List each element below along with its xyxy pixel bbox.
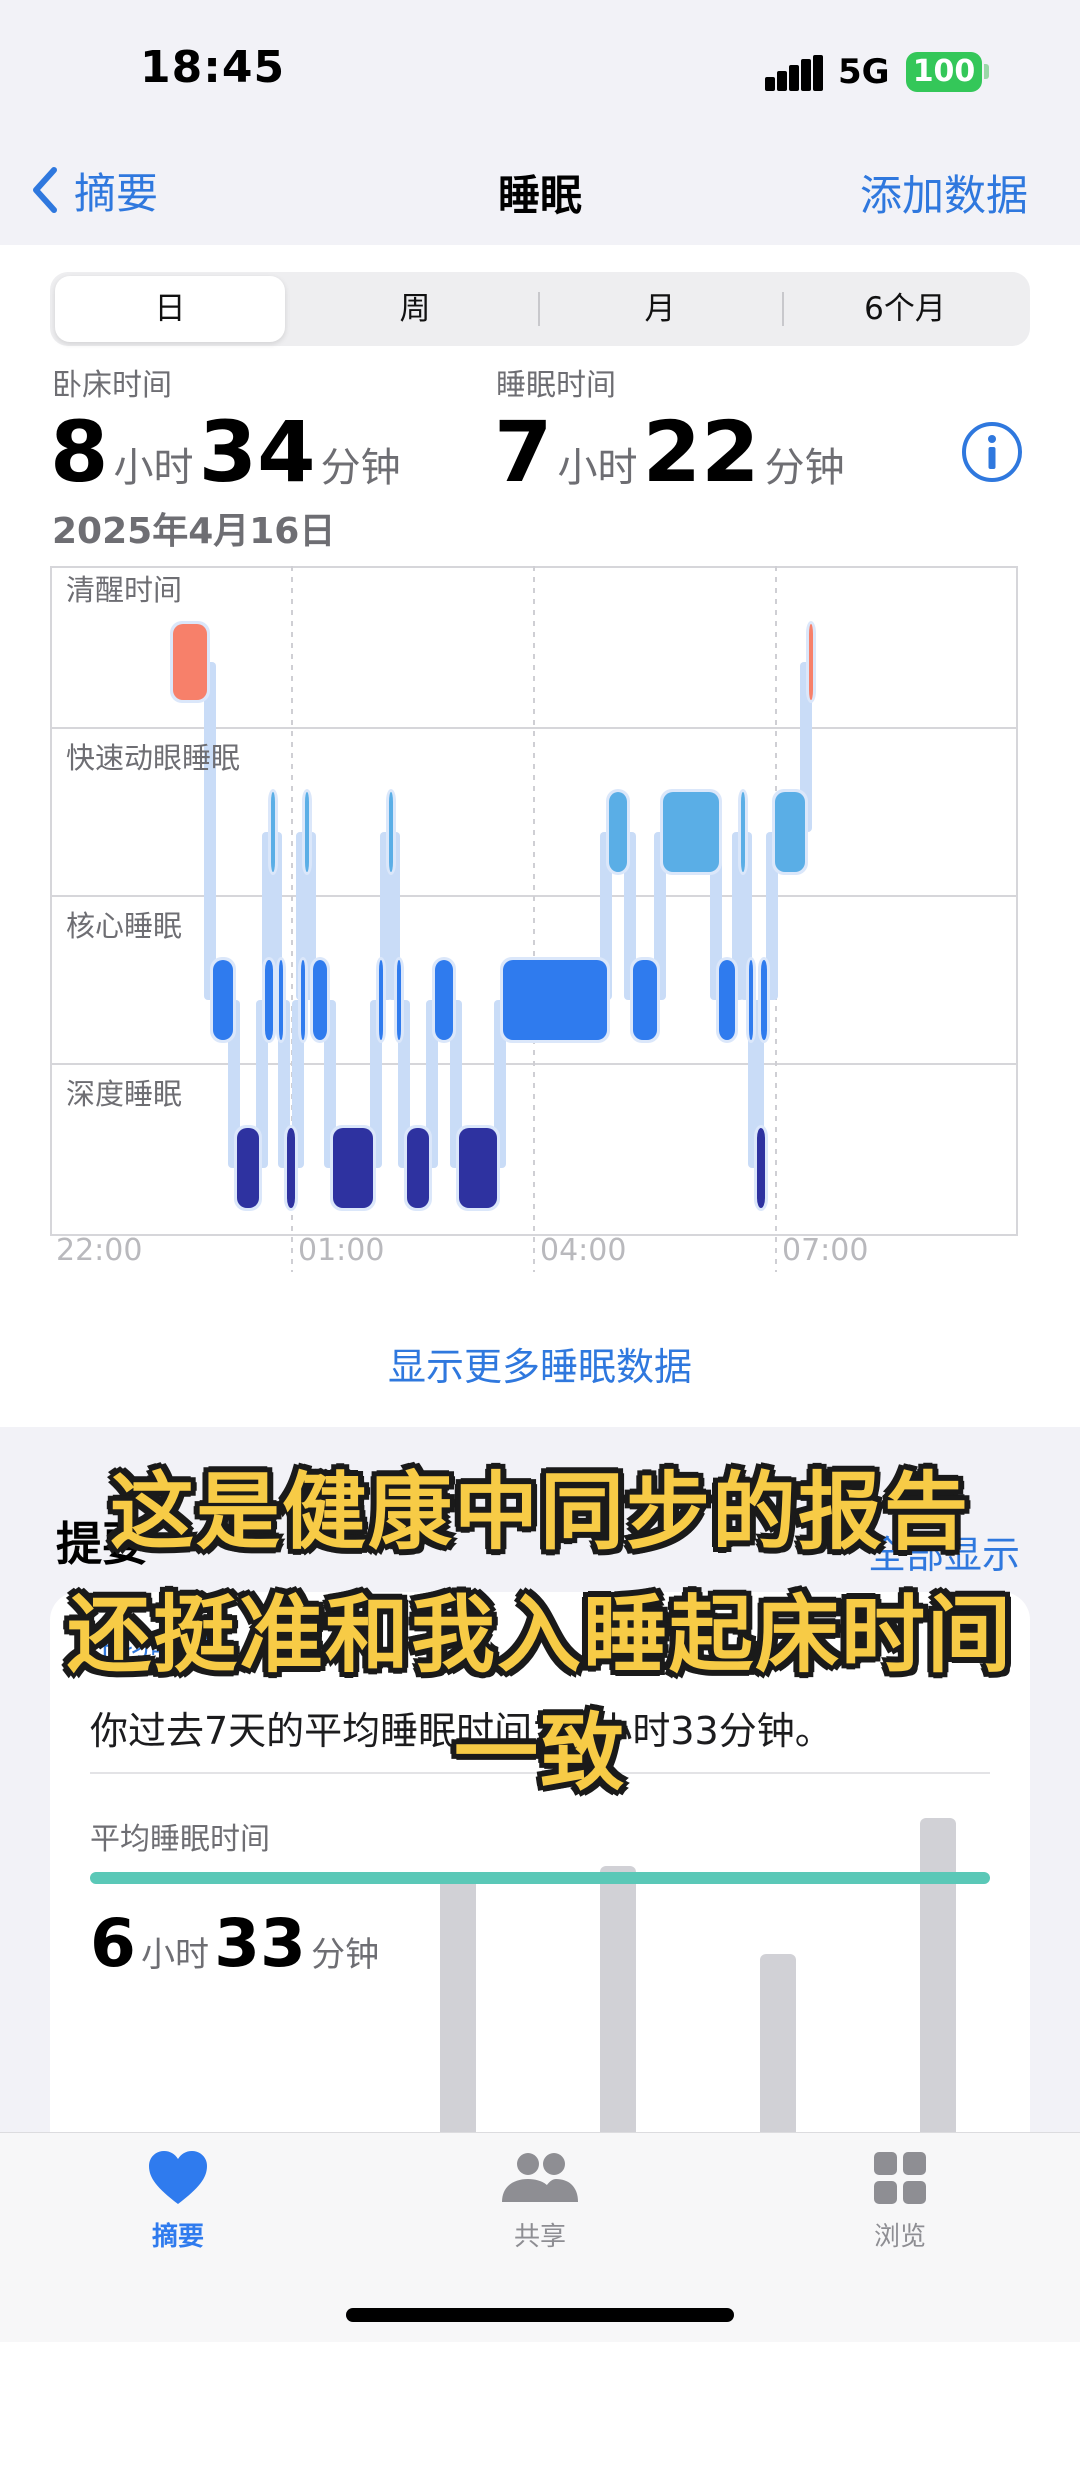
avg-sleep-value: 6 小时 33 分钟 xyxy=(90,1905,379,1982)
tab-label: 摘要 xyxy=(151,2222,204,2252)
battery-icon: 100 xyxy=(906,52,982,92)
stage-block xyxy=(213,960,233,1040)
show-more-sleep-data-link[interactable]: 显示更多睡眠数据 xyxy=(0,1336,1080,1391)
avg-hours: 6 xyxy=(90,1905,136,1982)
tick-label: 01:00 xyxy=(298,1233,384,1268)
goal-line xyxy=(90,1872,990,1884)
minutes-unit: 分钟 xyxy=(320,445,401,491)
tick-label: 07:00 xyxy=(782,1233,868,1268)
info-icon[interactable] xyxy=(960,420,1024,484)
stage-block xyxy=(379,960,383,1040)
stage-block xyxy=(305,792,309,872)
stage-block xyxy=(503,960,607,1040)
avg-bar xyxy=(440,1872,476,2132)
avg-bar xyxy=(600,1866,636,2132)
add-data-button[interactable]: 添加数据 xyxy=(860,162,1028,223)
tab-label: 共享 xyxy=(513,2222,566,2252)
stage-block xyxy=(775,792,805,872)
in-bed-label: 卧床时间 xyxy=(52,368,172,403)
stage-block xyxy=(407,1128,429,1208)
stage-block xyxy=(761,960,767,1040)
stage-block xyxy=(271,792,275,872)
segment-divider xyxy=(782,292,784,326)
people-icon xyxy=(502,2153,578,2202)
caption-line-3: 一致 xyxy=(453,1704,626,1802)
tick-label: 22:00 xyxy=(56,1233,142,1268)
status-time: 18:45 xyxy=(140,42,286,93)
asleep-minutes: 22 xyxy=(642,403,760,501)
segment-month[interactable]: 月 xyxy=(540,276,780,342)
stage-block xyxy=(173,624,207,700)
tick-label: 04:00 xyxy=(540,1233,626,1268)
stage-block xyxy=(719,960,735,1040)
stage-block xyxy=(741,792,745,872)
stage-block xyxy=(397,960,401,1040)
hours-unit: 小时 xyxy=(141,1935,210,1975)
in-bed-value: 8 小时 34 分钟 xyxy=(50,410,401,494)
stage-block xyxy=(435,960,453,1040)
stage-label-awake: 清醒时间 xyxy=(66,573,182,607)
tab-sharing[interactable]: 共享 xyxy=(440,2150,640,2253)
stage-block xyxy=(279,960,283,1040)
stage-block xyxy=(663,792,719,872)
avg-sleep-label: 平均睡眠时间 xyxy=(90,1822,270,1857)
stage-block xyxy=(301,960,305,1040)
caption-line-1: 这是健康中同步的报告 xyxy=(109,1463,970,1561)
stage-block xyxy=(237,1128,259,1208)
tab-label: 浏览 xyxy=(873,2222,926,2252)
stage-block xyxy=(287,1128,295,1208)
segment-day[interactable]: 日 xyxy=(55,276,285,342)
grid-icon xyxy=(874,2152,926,2204)
in-bed-hours: 8 xyxy=(50,403,109,501)
stage-label-rem: 快速动眼睡眠 xyxy=(66,741,240,775)
minutes-unit: 分钟 xyxy=(311,1935,380,1975)
stage-block xyxy=(265,960,273,1040)
asleep-hours: 7 xyxy=(494,403,553,501)
avg-bar xyxy=(760,1954,796,2132)
stage-block xyxy=(459,1128,497,1208)
caption-line-2: 还挺准和我入睡起床时间 xyxy=(66,1586,1013,1684)
signal-icon xyxy=(765,55,823,91)
tab-browse[interactable]: 浏览 xyxy=(800,2150,1000,2253)
stage-connector xyxy=(204,662,216,1000)
period-segmented-control: 日 周 月 6个月 xyxy=(50,272,1030,346)
battery-tip xyxy=(984,64,989,79)
asleep-value: 7 小时 22 分钟 xyxy=(494,410,845,494)
stage-block xyxy=(809,624,813,700)
avg-bar xyxy=(920,1818,956,2132)
hours-unit: 小时 xyxy=(113,445,194,491)
stage-label-core: 核心睡眠 xyxy=(66,909,182,943)
asleep-label: 睡眠时间 xyxy=(496,368,616,403)
in-bed-minutes: 34 xyxy=(198,403,316,501)
hours-unit: 小时 xyxy=(557,445,638,491)
stage-label-deep: 深度睡眠 xyxy=(66,1077,182,1111)
chart-date: 2025年4月16日 xyxy=(52,511,336,552)
avg-minutes: 33 xyxy=(214,1905,306,1982)
home-indicator[interactable] xyxy=(346,2308,734,2322)
sleep-stages-chart: 清醒时间 快速动眼睡眠 核心睡眠 深度睡眠 22:00 01:00 04:00 … xyxy=(50,566,1018,1272)
stage-block xyxy=(749,960,753,1040)
segment-week[interactable]: 周 xyxy=(295,276,535,342)
minutes-unit: 分钟 xyxy=(764,445,845,491)
tab-summary[interactable]: 摘要 xyxy=(78,2150,278,2253)
segment-6-months[interactable]: 6个月 xyxy=(785,276,1025,342)
stage-block xyxy=(389,792,393,872)
heart-icon xyxy=(149,2151,207,2204)
stage-block xyxy=(333,1128,373,1208)
network-label: 5G xyxy=(838,52,890,92)
stage-block xyxy=(757,1128,765,1208)
stage-block xyxy=(633,960,657,1040)
stage-block xyxy=(609,792,627,872)
stage-block xyxy=(313,960,327,1040)
